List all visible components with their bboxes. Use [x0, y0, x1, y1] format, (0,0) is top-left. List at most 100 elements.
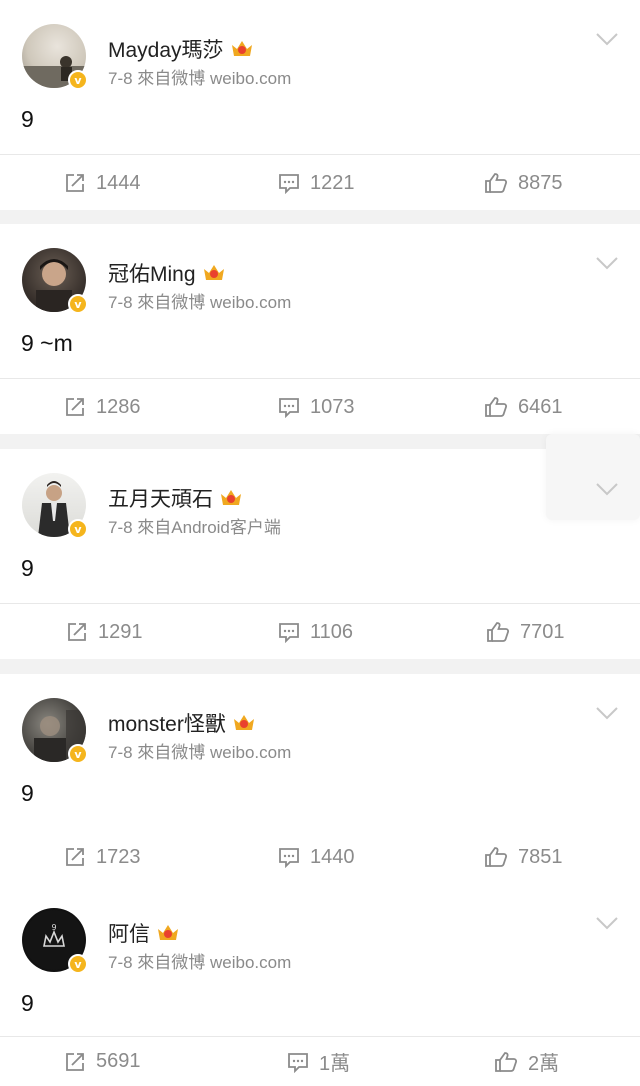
verified-badge-icon: v: [68, 70, 88, 90]
post-meta: 7-8 來自Android客户端: [108, 518, 281, 537]
repost-button[interactable]: 1286: [64, 379, 141, 435]
like-icon: [487, 622, 510, 642]
vip-crown-icon: [231, 41, 252, 56]
post-meta: 7-8 來自微博 weibo.com: [108, 953, 292, 972]
like-count: 7851: [518, 845, 563, 868]
like-button[interactable]: 2萬: [494, 1037, 559, 1086]
repost-count: 1286: [96, 395, 141, 418]
repost-button[interactable]: 1291: [66, 604, 143, 660]
comment-button[interactable]: 1440: [278, 829, 355, 885]
username-text: monster怪獸: [108, 713, 226, 736]
comment-count: 1440: [310, 845, 355, 868]
vip-crown-icon: [233, 715, 254, 730]
comment-button[interactable]: 1073: [278, 379, 355, 435]
chevron-pressed-highlight: [546, 434, 640, 520]
chevron-down-icon[interactable]: [596, 916, 618, 930]
repost-count: 1723: [96, 845, 141, 868]
comment-button[interactable]: 1106: [278, 604, 353, 660]
post-card[interactable]: v 五月天頑石 7-8 來自Android客户端 9 1291 1106 770…: [0, 449, 640, 659]
verified-badge-icon: v: [68, 294, 88, 314]
username[interactable]: Mayday瑪莎: [108, 34, 254, 64]
like-button[interactable]: 7851: [484, 829, 563, 885]
chevron-down-icon[interactable]: [596, 32, 618, 46]
post-meta: 7-8 來自微博 weibo.com: [108, 743, 292, 762]
repost-icon: [66, 398, 84, 416]
comment-icon: [279, 623, 299, 643]
vip-crown-icon: [221, 490, 241, 505]
svg-text:9: 9: [51, 923, 56, 932]
chevron-down-icon[interactable]: [596, 482, 618, 496]
repost-button[interactable]: 5691: [64, 1037, 141, 1086]
avatar[interactable]: 9 v: [22, 908, 88, 974]
repost-icon: [66, 848, 84, 866]
post-content: 9: [21, 555, 34, 581]
post-meta: 7-8 來自微博 weibo.com: [108, 293, 292, 312]
post-header: v 冠佑Ming 7-8 來自微博 weibo.com: [0, 224, 640, 320]
verified-badge-icon: v: [68, 954, 88, 974]
repost-button[interactable]: 1723: [64, 829, 141, 885]
username-text: 阿信: [108, 923, 150, 946]
avatar[interactable]: v: [22, 248, 88, 314]
avatar[interactable]: v: [22, 473, 88, 539]
repost-icon: [68, 623, 86, 641]
post-card[interactable]: v monster怪獸 7-8 來自微博 weibo.com 9 1723 14…: [0, 674, 640, 882]
username-text: 冠佑Ming: [108, 263, 196, 286]
username-text: Mayday瑪莎: [108, 39, 224, 62]
chevron-down-icon[interactable]: [596, 256, 618, 270]
post-header: v Mayday瑪莎 7-8 來自微博 weibo.com: [0, 0, 640, 96]
action-bar: 1291 1106 7701: [0, 604, 640, 660]
post-header: 9 v 阿信 7-8 來自微博 weibo.com: [0, 884, 640, 980]
repost-count: 5691: [96, 1050, 141, 1072]
post-header: v monster怪獸 7-8 來自微博 weibo.com: [0, 674, 640, 770]
verified-badge-icon: v: [68, 519, 88, 539]
comment-icon: [279, 174, 299, 194]
vip-crown-icon: [203, 265, 224, 280]
comment-count: 1073: [310, 395, 355, 418]
post-content: 9: [21, 990, 34, 1016]
post-card[interactable]: v 冠佑Ming 7-8 來自微博 weibo.com 9 ~m 1286 10…: [0, 224, 640, 434]
username-text: 五月天頑石: [108, 488, 213, 511]
like-count: 8875: [518, 171, 563, 194]
like-count: 7701: [520, 620, 565, 643]
repost-count: 1444: [96, 171, 141, 194]
post-content: 9 ~m: [21, 330, 73, 356]
like-button[interactable]: 6461: [484, 379, 563, 435]
like-count: 2萬: [528, 1053, 560, 1075]
repost-icon: [66, 174, 84, 192]
username[interactable]: 阿信: [108, 918, 180, 948]
like-icon: [485, 173, 508, 193]
action-bar: 1286 1073 6461: [0, 379, 640, 435]
username[interactable]: monster怪獸: [108, 708, 256, 738]
avatar[interactable]: v: [22, 24, 88, 90]
post-content: 9: [21, 106, 34, 132]
comment-icon: [288, 1052, 308, 1073]
comment-count: 1221: [310, 171, 355, 194]
like-button[interactable]: 8875: [484, 155, 563, 211]
weibo-feed: { "posts": [ { "username": "Mayday瑪莎", "…: [0, 0, 640, 1086]
comment-button[interactable]: 1萬: [287, 1037, 350, 1086]
action-bar: 1444 1221 8875: [0, 155, 640, 211]
post-content: 9: [21, 780, 34, 806]
username[interactable]: 冠佑Ming: [108, 258, 226, 288]
chevron-down-icon[interactable]: [596, 706, 618, 720]
comment-icon: [279, 848, 299, 868]
repost-count: 1291: [98, 620, 143, 643]
repost-icon: [66, 1052, 84, 1071]
post-card[interactable]: 9 v 阿信 7-8 來自微博 weibo.com 9 5691 1萬 2萬: [0, 882, 640, 1086]
comment-count: 1萬: [319, 1053, 351, 1075]
username[interactable]: 五月天頑石: [108, 483, 243, 513]
avatar[interactable]: v: [22, 698, 88, 764]
comment-button[interactable]: 1221: [278, 155, 355, 211]
post-card[interactable]: v Mayday瑪莎 7-8 來自微博 weibo.com 9 1444 122…: [0, 0, 640, 210]
comment-icon: [279, 398, 299, 418]
post-meta: 7-8 來自微博 weibo.com: [108, 69, 292, 88]
like-icon: [495, 1051, 518, 1072]
vip-crown-icon: [158, 925, 178, 940]
post-header: v 五月天頑石 7-8 來自Android客户端: [0, 449, 640, 545]
like-icon: [485, 397, 508, 417]
like-button[interactable]: 7701: [486, 604, 565, 660]
like-icon: [485, 847, 508, 867]
action-bar: 5691 1萬 2萬: [0, 1037, 640, 1086]
repost-button[interactable]: 1444: [64, 155, 141, 211]
like-count: 6461: [518, 395, 563, 418]
